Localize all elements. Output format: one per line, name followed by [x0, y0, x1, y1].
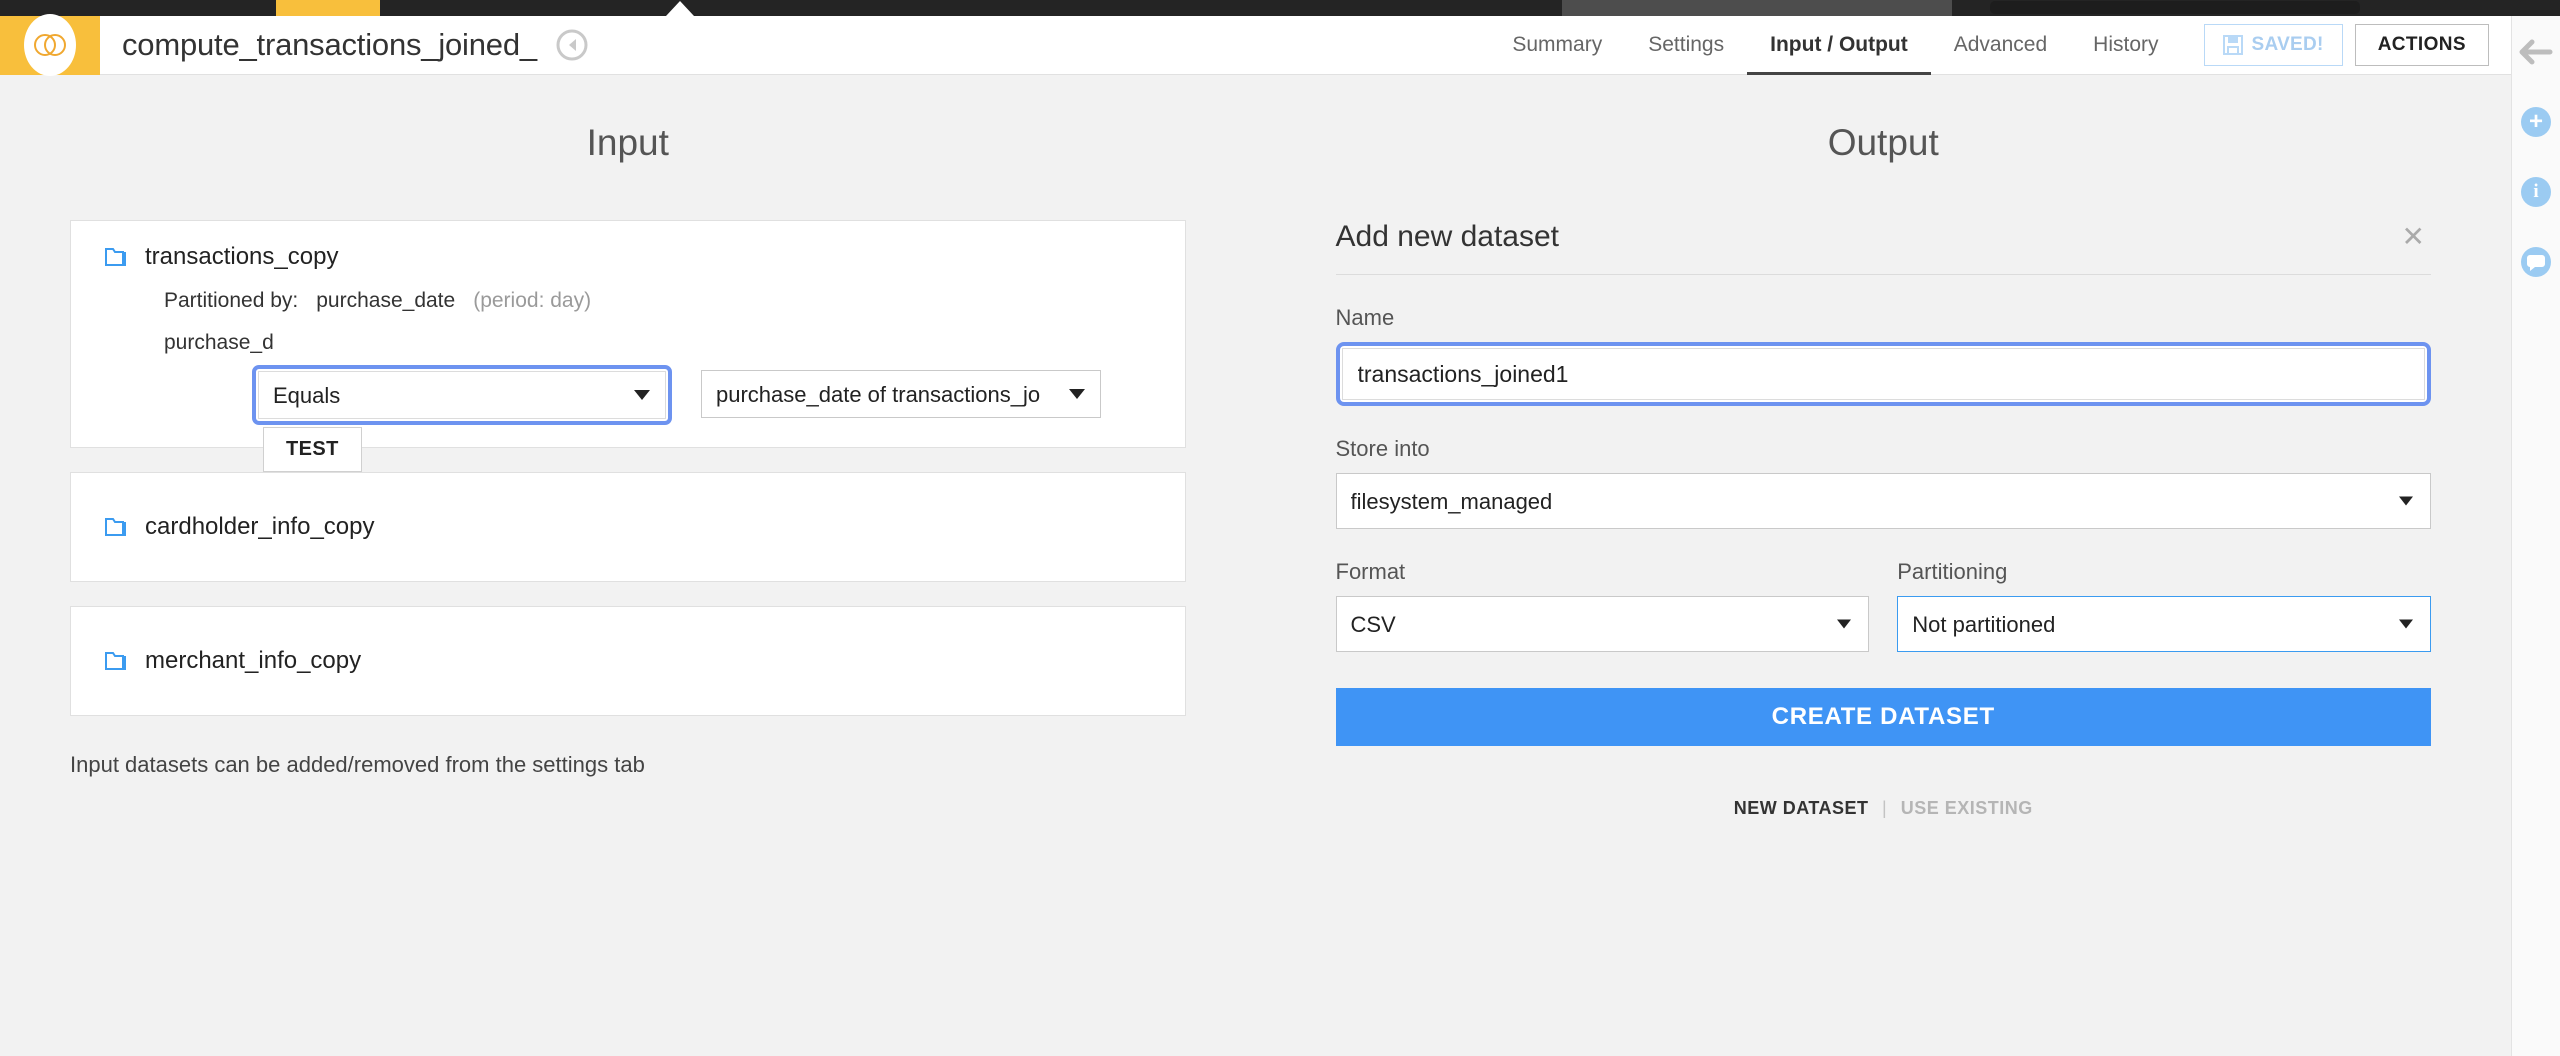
- page-title: compute_transactions_joined_: [122, 27, 537, 63]
- dataset-folder-icon: [101, 515, 129, 539]
- logo-oval: [24, 14, 76, 76]
- dataset-header-row: cardholder_info_copy: [101, 513, 1155, 541]
- link-separator: |: [1882, 798, 1887, 818]
- tab-input-output[interactable]: Input / Output: [1747, 16, 1931, 75]
- operator-select[interactable]: Equals: [258, 371, 666, 419]
- use-existing-link[interactable]: USE EXISTING: [1901, 798, 2033, 818]
- partitioning-label: Partitioning: [1897, 559, 2431, 585]
- input-dataset-card[interactable]: merchant_info_copy: [70, 606, 1186, 716]
- main-nav: Summary Settings Input / Output Advanced…: [1489, 16, 2181, 75]
- dataset-header-row: merchant_info_copy: [101, 647, 1155, 675]
- format-field-group: Format CSV: [1336, 559, 1870, 652]
- store-into-select-wrap: filesystem_managed: [1336, 473, 2432, 529]
- output-column: Output Add new dataset ✕ Name Store into…: [1256, 76, 2512, 1056]
- new-dataset-link[interactable]: NEW DATASET: [1734, 798, 1869, 818]
- info-circle-icon[interactable]: i: [2518, 174, 2554, 210]
- store-into-select[interactable]: filesystem_managed: [1336, 473, 2432, 529]
- store-field-group: Store into filesystem_managed: [1336, 436, 2432, 529]
- dataset-name: merchant_info_copy: [145, 647, 361, 675]
- app-header: compute_transactions_joined_ Summary Set…: [0, 16, 2511, 75]
- right-rail: + i: [2511, 16, 2560, 1056]
- input-column: Input transactions_copy Partitioned by: …: [0, 76, 1256, 1056]
- actions-button[interactable]: ACTIONS: [2355, 24, 2489, 66]
- floppy-disk-icon: [2223, 35, 2243, 55]
- input-column-title: Input: [0, 122, 1256, 164]
- partition-condition-row: purchase_d ate Equals pu: [101, 313, 1155, 425]
- store-into-label: Store into: [1336, 436, 2432, 462]
- tab-settings[interactable]: Settings: [1625, 16, 1747, 75]
- dataset-name: transactions_copy: [145, 243, 338, 271]
- header-notch-indicator: [666, 1, 694, 16]
- format-partitioning-row: Format CSV Partitioning Not partitioned: [1336, 559, 2432, 652]
- dataset-header-row: transactions_copy: [101, 243, 1155, 271]
- output-column-title: Output: [1256, 122, 2512, 164]
- partitioned-by-label: Partitioned by:: [164, 289, 298, 313]
- dataset-folder-icon: [101, 649, 129, 673]
- format-select-wrap: CSV: [1336, 596, 1870, 652]
- saved-label: SAVED!: [2252, 34, 2324, 56]
- browser-top-strip: [0, 0, 2560, 16]
- input-hint-text: Input datasets can be added/removed from…: [0, 740, 1256, 778]
- input-dataset-card[interactable]: cardholder_info_copy: [70, 472, 1186, 582]
- operator-select-focus: Equals: [252, 365, 672, 425]
- compass-icon[interactable]: [555, 28, 589, 62]
- name-input-focus: [1336, 342, 2432, 406]
- dataset-mode-links: NEW DATASET | USE EXISTING: [1336, 798, 2432, 819]
- input-dataset-list: transactions_copy Partitioned by: purcha…: [0, 220, 1256, 716]
- tab-summary[interactable]: Summary: [1489, 16, 1625, 75]
- condition-text-prefix: purchase_d: [164, 319, 274, 367]
- panel-header: Add new dataset ✕: [1336, 220, 2432, 275]
- format-select[interactable]: CSV: [1336, 596, 1870, 652]
- plus-circle-icon[interactable]: +: [2518, 104, 2554, 140]
- saved-indicator: SAVED!: [2204, 24, 2343, 66]
- close-icon[interactable]: ✕: [2396, 223, 2431, 251]
- target-select-wrap: purchase_date of transactions_jo: [701, 370, 1101, 418]
- tab-history[interactable]: History: [2070, 16, 2181, 75]
- partitioning-select-wrap: Not partitioned: [1897, 596, 2431, 652]
- test-button[interactable]: TEST: [263, 427, 362, 472]
- browser-tab-active[interactable]: [276, 0, 380, 16]
- name-input[interactable]: [1342, 348, 2426, 400]
- name-field-group: Name: [1336, 305, 2432, 406]
- format-label: Format: [1336, 559, 1870, 585]
- input-dataset-card[interactable]: transactions_copy Partitioned by: purcha…: [70, 220, 1186, 448]
- target-column-select[interactable]: purchase_date of transactions_jo: [701, 370, 1101, 418]
- dataset-name: cardholder_info_copy: [145, 513, 375, 541]
- add-dataset-panel: Add new dataset ✕ Name Store into filesy…: [1256, 220, 2512, 819]
- browser-address-pill[interactable]: [1990, 1, 2360, 14]
- partitioned-by-value: purchase_date: [316, 289, 455, 313]
- partitioned-by-period: (period: day): [473, 289, 591, 313]
- main-body: Input transactions_copy Partitioned by: …: [0, 76, 2511, 1056]
- name-label: Name: [1336, 305, 2432, 331]
- partitioned-by-row: Partitioned by: purchase_date (period: d…: [101, 289, 1155, 313]
- chat-bubble-icon[interactable]: [2518, 244, 2554, 280]
- venn-circles-icon: [33, 32, 67, 58]
- partitioning-select[interactable]: Not partitioned: [1897, 596, 2431, 652]
- dataset-folder-icon: [101, 245, 129, 269]
- arrow-left-icon[interactable]: [2518, 34, 2554, 70]
- panel-title: Add new dataset: [1336, 220, 1560, 254]
- app-logo[interactable]: [0, 16, 100, 75]
- browser-tab-secondary[interactable]: [1562, 0, 1952, 16]
- operator-select-wrap: Equals: [258, 371, 666, 419]
- tab-advanced[interactable]: Advanced: [1931, 16, 2070, 75]
- partitioning-field-group: Partitioning Not partitioned: [1897, 559, 2431, 652]
- create-dataset-button[interactable]: CREATE DATASET: [1336, 688, 2432, 746]
